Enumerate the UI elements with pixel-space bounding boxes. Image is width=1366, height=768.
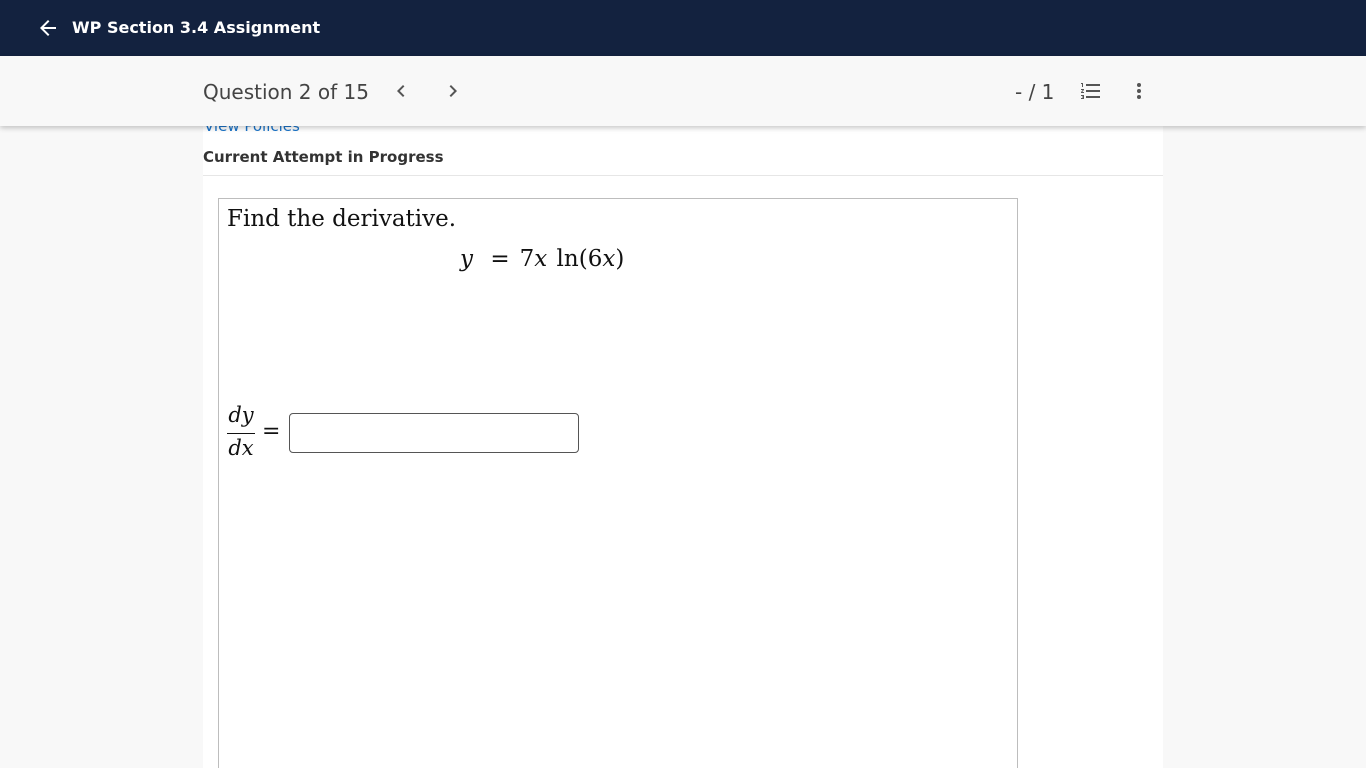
arrow-left-icon	[40, 20, 56, 36]
fraction-numerator: dy	[228, 403, 254, 427]
question-prompt: Find the derivative.	[227, 206, 457, 232]
question-counter: Question 2 of 15	[203, 80, 369, 104]
chevron-left-icon	[397, 85, 405, 97]
attempt-status: Current Attempt in Progress	[203, 148, 444, 166]
numbered-list-icon	[1081, 83, 1100, 99]
equation-function: ln	[556, 246, 579, 272]
view-policies-link[interactable]: View Policies	[204, 126, 300, 136]
equation-close-paren: )	[615, 246, 625, 272]
answer-input[interactable]	[289, 413, 579, 453]
equation-variable: x	[534, 246, 548, 272]
question-score: - / 1	[1015, 80, 1055, 104]
next-question-button[interactable]	[441, 79, 465, 103]
top-app-bar: WP Section 3.4 Assignment	[0, 0, 1366, 56]
equation-equals: =	[490, 246, 510, 272]
question-navigation-bar: Question 2 of 15 - / 1	[0, 56, 1366, 126]
answer-row: dy dx =	[226, 401, 786, 465]
equation-inner-variable: x	[602, 246, 616, 272]
question-equation: y = 7x ln(6x)	[460, 244, 624, 274]
equation-lhs: y	[460, 246, 473, 272]
fraction-denominator: dx	[228, 436, 254, 460]
equation-coefficient: 7	[519, 246, 535, 272]
chevron-right-icon	[449, 85, 457, 97]
answer-equals: =	[262, 419, 281, 444]
question-navigation-inner: Question 2 of 15 - / 1	[203, 56, 1163, 126]
back-button[interactable]	[36, 16, 60, 40]
assignment-content: View Policies Current Attempt in Progres…	[203, 126, 1163, 768]
equation-inner-coefficient: 6	[587, 246, 603, 272]
assignment-title: WP Section 3.4 Assignment	[72, 18, 321, 37]
divider	[203, 175, 1163, 176]
previous-question-button[interactable]	[389, 79, 413, 103]
question-panel: Find the derivative. y = 7x ln(6x) dy dx …	[218, 198, 1018, 768]
question-list-button[interactable]	[1079, 79, 1103, 103]
more-options-button[interactable]	[1127, 79, 1151, 103]
more-vertical-icon	[1137, 83, 1141, 99]
fraction-bar	[227, 433, 255, 434]
equation-open-paren: (	[578, 246, 588, 272]
